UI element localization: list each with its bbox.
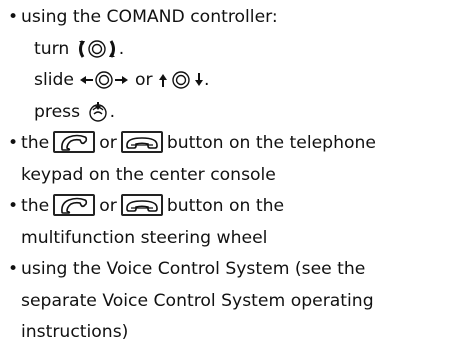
phone-hangup-icon — [120, 193, 163, 216]
voice-control-line-2: separate Voice Control System operating — [21, 290, 374, 311]
telephone-keypad-line-2: keypad on the center console — [21, 164, 276, 185]
rotate-controller-icon — [75, 38, 119, 60]
phone-pickup-icon — [53, 193, 96, 216]
phone-hangup-icon — [120, 130, 163, 153]
press-line: press . — [34, 101, 116, 123]
telephone-keypad-line: the or button on the telephone — [21, 128, 457, 160]
phone-pickup-icon — [53, 130, 96, 153]
voice-control-line-1: using the Voice Control System (see the — [21, 259, 366, 279]
voice-control-line-3: instructions) — [21, 322, 129, 342]
press-controller-icon — [86, 101, 110, 123]
slide-line: slide or . — [34, 69, 210, 91]
list-item: the or button on the telephone keypad on… — [8, 128, 457, 191]
item-intro: using the COMAND controller: — [21, 7, 278, 27]
steering-wheel-line: the or button on the — [21, 191, 457, 223]
turn-line: turn . — [34, 38, 125, 60]
slide-left-right-icon — [79, 69, 129, 91]
instruction-list: using the COMAND controller: turn . slid… — [0, 0, 457, 349]
steering-wheel-line-2: multifunction steering wheel — [21, 227, 268, 248]
list-item: the or button on the multifunction steer… — [8, 191, 457, 254]
list-item: using the COMAND controller: turn . slid… — [8, 2, 457, 128]
slide-up-down-icon — [158, 69, 204, 91]
list-item: using the Voice Control System (see the … — [8, 254, 457, 349]
